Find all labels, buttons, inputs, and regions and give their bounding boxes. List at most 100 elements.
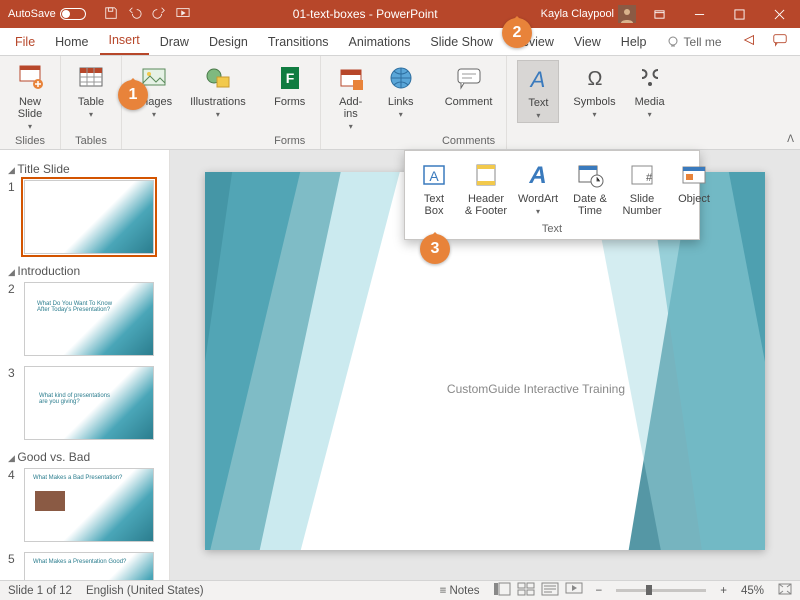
status-language[interactable]: English (United States)	[86, 585, 204, 597]
redo-icon[interactable]	[152, 6, 166, 23]
comment-icon	[453, 62, 485, 94]
comment-button[interactable]: Comment	[441, 60, 497, 110]
autosave-toggle[interactable]: AutoSave	[8, 8, 86, 20]
slide-number-button[interactable]: # Slide Number	[621, 157, 663, 219]
zoom-in-button[interactable]: +	[720, 585, 727, 597]
slide-number: 2	[8, 282, 18, 356]
new-slide-button[interactable]: New Slide ▾	[10, 60, 50, 133]
links-button[interactable]: Links ▾	[381, 60, 421, 121]
links-label: Links	[388, 96, 414, 108]
thumbnail-row: 3 What kind of presentations are you giv…	[8, 366, 161, 440]
tab-home[interactable]: Home	[46, 29, 97, 55]
tab-slideshow[interactable]: Slide Show	[421, 29, 502, 55]
table-label: Table	[78, 96, 104, 108]
callout-3: 3	[420, 234, 450, 264]
slide-number-icon: #	[626, 159, 658, 191]
section-good-vs-bad[interactable]: Good vs. Bad	[8, 450, 161, 464]
share-button[interactable]	[736, 28, 764, 55]
illustrations-button[interactable]: Illustrations ▾	[186, 60, 250, 121]
callout-1: 1	[118, 80, 148, 110]
wordart-button[interactable]: A WordArt ▾	[517, 157, 559, 219]
date-time-button[interactable]: Date & Time	[569, 157, 611, 219]
tab-insert[interactable]: Insert	[100, 27, 149, 55]
section-introduction[interactable]: Introduction	[8, 264, 161, 278]
slide-thumbnail-4[interactable]: What Makes a Bad Presentation?	[24, 468, 154, 542]
slide-sorter-icon[interactable]	[518, 583, 534, 598]
start-slideshow-icon[interactable]	[176, 6, 190, 23]
zoom-slider[interactable]	[616, 589, 706, 592]
user-account[interactable]: Kayla Claypool	[541, 5, 636, 23]
tab-file[interactable]: File	[6, 29, 44, 55]
header-footer-button[interactable]: Header & Footer	[465, 157, 507, 219]
tab-help[interactable]: Help	[612, 29, 656, 55]
zoom-level[interactable]: 45%	[741, 585, 764, 597]
addins-icon	[335, 62, 367, 94]
new-slide-label: New Slide	[18, 96, 42, 120]
comment-label: Comment	[445, 96, 493, 108]
slide-thumbnail-pane[interactable]: Title Slide 1 Introduction 2 What Do You…	[0, 150, 170, 580]
slideshow-view-icon[interactable]	[566, 583, 582, 598]
tab-animations[interactable]: Animations	[340, 29, 420, 55]
maximize-button[interactable]	[722, 0, 756, 28]
autosave-switch[interactable]	[60, 8, 86, 20]
group-slides: New Slide ▾ Slides	[0, 56, 61, 149]
text-box-button[interactable]: A Text Box	[413, 157, 455, 219]
addins-button[interactable]: Add- ins ▾	[331, 60, 371, 133]
date-time-label: Date & Time	[573, 193, 607, 217]
minimize-button[interactable]	[682, 0, 716, 28]
new-slide-icon	[14, 62, 46, 94]
close-button[interactable]	[762, 0, 796, 28]
undo-icon[interactable]	[128, 6, 142, 23]
quick-access-toolbar	[104, 6, 190, 23]
section-title-slide[interactable]: Title Slide	[8, 162, 161, 176]
slide-number-label: Slide Number	[622, 193, 661, 217]
wordart-icon: A	[522, 159, 554, 191]
tab-design[interactable]: Design	[200, 29, 257, 55]
tab-view[interactable]: View	[565, 29, 610, 55]
text-dropdown-button[interactable]: A Text ▾	[517, 60, 559, 123]
forms-button[interactable]: F Forms	[270, 60, 310, 110]
tab-transitions[interactable]: Transitions	[259, 29, 338, 55]
fit-to-window-icon[interactable]	[778, 583, 792, 598]
object-button[interactable]: Object	[673, 157, 715, 219]
tab-draw[interactable]: Draw	[151, 29, 198, 55]
zoom-out-button[interactable]: −	[596, 585, 603, 597]
tell-me-label: Tell me	[684, 35, 722, 49]
title-bar: AutoSave 01-text-boxes - PowerPoint Kayl…	[0, 0, 800, 28]
addins-label: Add- ins	[339, 96, 362, 120]
forms-label: Forms	[274, 96, 305, 108]
notes-button[interactable]: ≡ Notes	[440, 585, 480, 597]
group-forms: F Forms Forms	[260, 56, 321, 149]
collapse-ribbon-icon[interactable]: ᐱ	[787, 134, 794, 145]
slide-thumbnail-3[interactable]: What kind of presentations are you givin…	[24, 366, 154, 440]
slide-thumbnail-1[interactable]	[24, 180, 154, 254]
reading-view-icon[interactable]	[542, 583, 558, 598]
group-text: A Text ▾ Ω Symbols ▾ Media ▾	[507, 56, 679, 149]
forms-icon: F	[274, 62, 306, 94]
symbols-button[interactable]: Ω Symbols ▾	[569, 60, 619, 121]
group-label-slides: Slides	[15, 133, 45, 147]
slide-number: 1	[8, 180, 18, 254]
table-button[interactable]: Table ▾	[71, 60, 111, 121]
text-dropdown-panel: A Text Box Header & Footer A WordArt ▾ D…	[404, 150, 700, 240]
thumbnail-row: 5 What Makes a Presentation Good?	[8, 552, 161, 580]
media-button[interactable]: Media ▾	[630, 60, 670, 121]
tell-me-search[interactable]: Tell me	[658, 29, 730, 55]
status-slide-count[interactable]: Slide 1 of 12	[8, 585, 72, 597]
save-icon[interactable]	[104, 6, 118, 23]
slide-thumbnail-5[interactable]: What Makes a Presentation Good?	[24, 552, 154, 580]
comments-button[interactable]	[766, 28, 794, 55]
slide-watermark-text: CustomGuide Interactive Training	[447, 382, 625, 396]
normal-view-icon[interactable]	[494, 583, 510, 598]
user-avatar-icon	[618, 5, 636, 23]
link-icon	[385, 62, 417, 94]
ribbon-display-options[interactable]	[642, 0, 676, 28]
group-label-comments: Comments	[442, 133, 495, 147]
thumbnail-row: 1	[8, 180, 161, 254]
date-time-icon	[574, 159, 606, 191]
header-footer-icon	[470, 159, 502, 191]
slide-number: 4	[8, 468, 18, 542]
slide-thumbnail-2[interactable]: What Do You Want To Know After Today's P…	[24, 282, 154, 356]
svg-text:A: A	[529, 67, 546, 92]
group-comments: Comment Comments	[431, 56, 508, 149]
